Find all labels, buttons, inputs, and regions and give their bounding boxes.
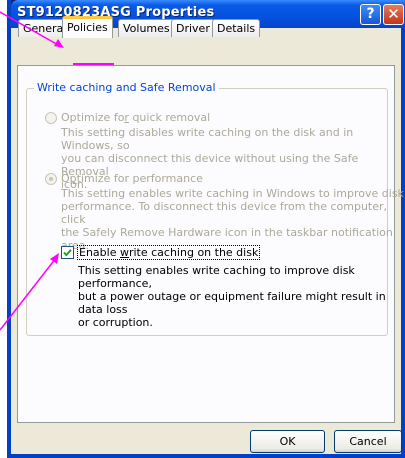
performance-desc-line: This setting enables write caching in Wi…: [61, 187, 404, 200]
tab-volumes[interactable]: Volumes: [118, 19, 175, 37]
tab-volumes-label: Volumes: [123, 22, 170, 35]
write-caching-desc-line: This setting enables write caching to im…: [78, 264, 355, 290]
performance-desc-line: performance. To disconnect this device f…: [61, 200, 388, 226]
performance-radio[interactable]: [45, 173, 57, 185]
quick-removal-desc-line: This setting disables write caching on t…: [61, 126, 354, 152]
tab-details-label: Details: [217, 22, 256, 35]
write-caching-label[interactable]: Enable write caching on the disk: [77, 245, 261, 260]
tab-driver-label: Driver: [176, 22, 210, 35]
tab-policies-label: Policies: [67, 21, 108, 34]
write-caching-desc-line: but a power outage or equipment failure …: [78, 290, 386, 316]
close-button[interactable]: ✕: [383, 4, 404, 25]
group-label: Write caching and Safe Removal: [34, 81, 219, 94]
performance-description: This setting enables write caching in Wi…: [61, 187, 405, 252]
performance-label: Optimize for performance: [61, 172, 203, 185]
window-title: ST9120823ASG Properties: [17, 5, 215, 20]
cancel-button[interactable]: Cancel: [334, 430, 402, 453]
tab-driver[interactable]: Driver: [171, 19, 215, 37]
tab-general-label: General: [23, 22, 67, 35]
checkmark-icon: [63, 249, 72, 257]
help-button[interactable]: ?: [360, 4, 381, 25]
quick-removal-radio[interactable]: [45, 112, 57, 124]
radio-selected-dot: [49, 177, 53, 181]
tab-policies[interactable]: Policies: [62, 16, 113, 38]
ok-button[interactable]: OK: [250, 430, 325, 453]
quick-removal-label: Optimize for quick removal: [61, 111, 211, 124]
write-caching-checkbox[interactable]: [61, 246, 74, 259]
tab-details[interactable]: Details: [212, 19, 261, 37]
write-caching-label-text: Enable write caching on the disk: [79, 246, 259, 259]
write-caching-description: This setting enables write caching to im…: [78, 264, 405, 329]
write-caching-desc-line: or corruption.: [78, 316, 153, 329]
